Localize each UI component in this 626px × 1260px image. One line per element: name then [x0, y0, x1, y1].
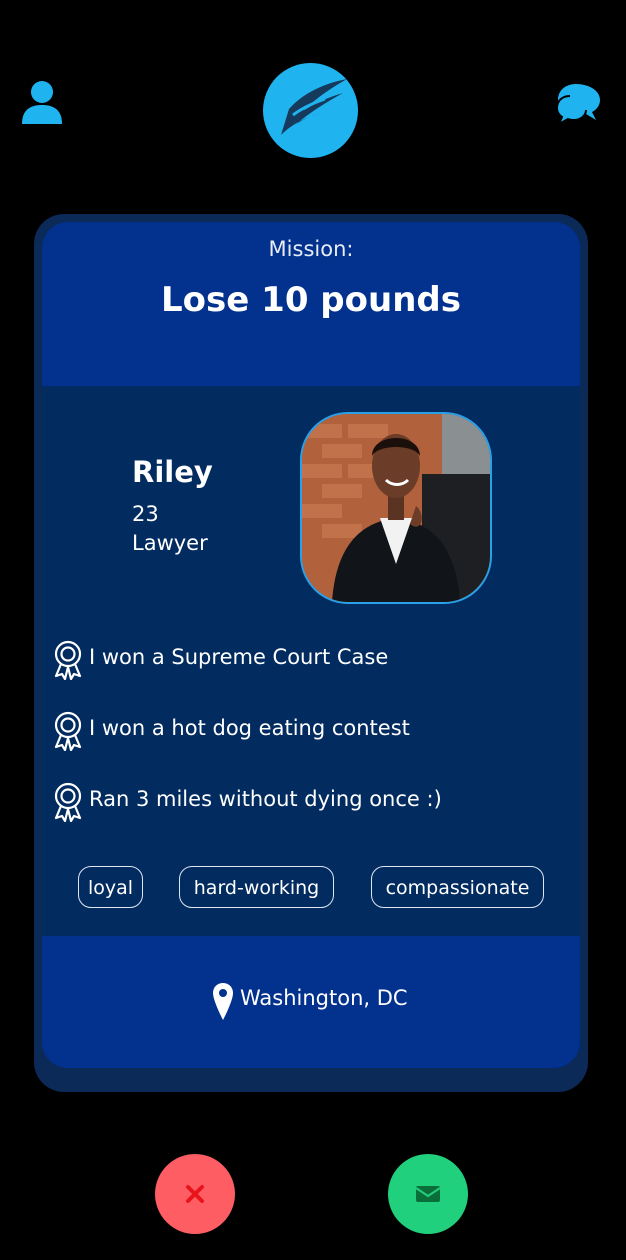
- chat-bubbles-icon: [555, 84, 600, 127]
- achievement-text: I won a Supreme Court Case: [89, 645, 389, 669]
- award-ribbon-icon: [54, 711, 82, 751]
- app-logo: [263, 63, 358, 158]
- profile-card[interactable]: Mission: Lose 10 pounds Riley 23 Lawyer: [42, 222, 580, 1068]
- message-button[interactable]: [388, 1154, 468, 1234]
- trait-tag: compassionate: [371, 866, 544, 908]
- achievement-text: Ran 3 miles without dying once :): [89, 787, 442, 811]
- envelope-icon: [415, 1186, 441, 1202]
- chat-button[interactable]: [555, 80, 604, 127]
- location-section: Washington, DC: [42, 936, 580, 1068]
- trait-tag: hard-working: [179, 866, 334, 908]
- profile-photo: [300, 412, 492, 604]
- portrait-image: [302, 414, 490, 602]
- award-ribbon-icon: [54, 640, 82, 680]
- reject-button[interactable]: [155, 1154, 235, 1234]
- mission-label: Mission:: [268, 237, 354, 261]
- award-ribbon-icon: [54, 782, 82, 822]
- mission-section: Mission: Lose 10 pounds: [42, 222, 580, 386]
- achievement-item: Ran 3 miles without dying once :): [52, 782, 572, 822]
- achievement-text: I won a hot dog eating contest: [89, 716, 410, 740]
- location-text: Washington, DC: [240, 986, 408, 1010]
- achievement-item: I won a Supreme Court Case: [52, 640, 572, 680]
- profile-body: Riley 23 Lawyer I won a Supreme Court Ca…: [42, 386, 580, 936]
- achievement-item: I won a hot dog eating contest: [52, 711, 572, 751]
- profile-age: 23: [132, 502, 159, 526]
- profile-button[interactable]: [20, 80, 64, 126]
- map-pin-icon: [213, 983, 233, 1020]
- person-icon: [22, 81, 62, 124]
- profile-name: Riley: [132, 455, 213, 489]
- mission-title: Lose 10 pounds: [161, 280, 461, 320]
- wing-logo-icon: [281, 79, 347, 135]
- profile-occupation: Lawyer: [132, 531, 208, 555]
- close-icon: [186, 1185, 204, 1203]
- trait-tag: loyal: [78, 866, 143, 908]
